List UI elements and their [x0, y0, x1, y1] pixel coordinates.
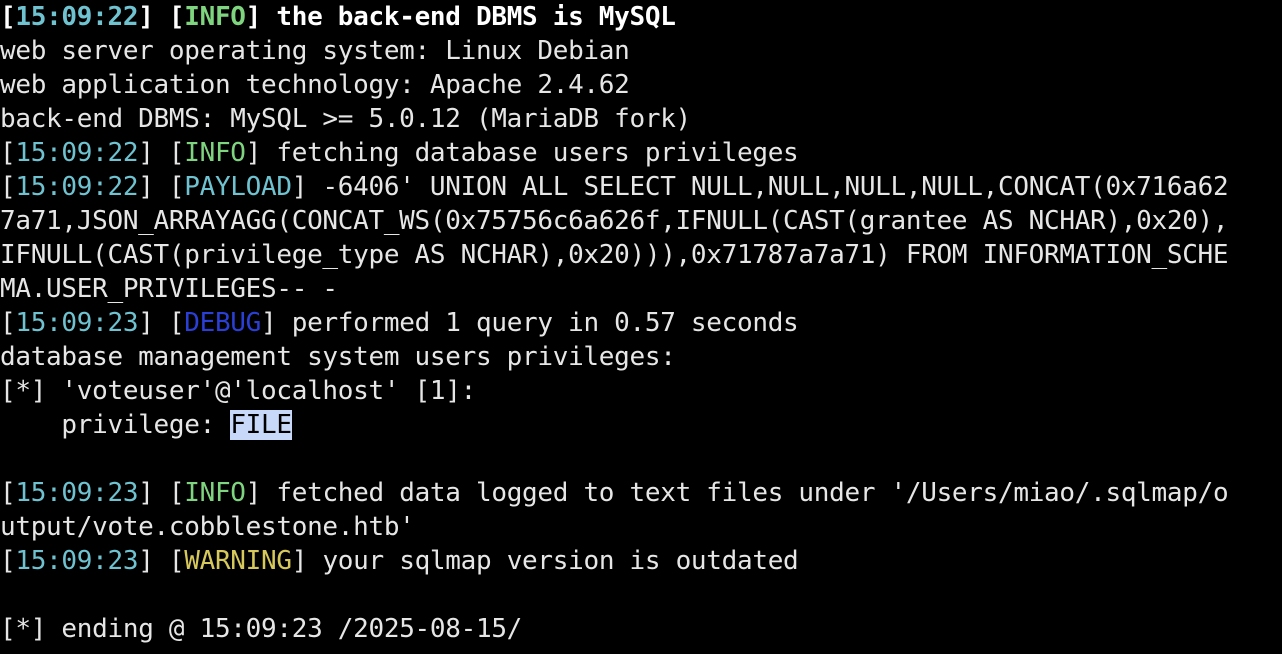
log-line-info-dbms: [15:09:22] [INFO] the back-end DBMS is M… [0, 0, 1282, 34]
bracket-close: ] [291, 172, 323, 202]
bracket-close: ] [291, 546, 323, 576]
ending-message: ending @ 15:09:23 /2025-08-15/ [61, 614, 523, 644]
bracket-close: ] [ [138, 172, 185, 202]
log-message: the back-end DBMS is MySQL [276, 2, 676, 32]
log-line-info-fetching: [15:09:22] [INFO] fetching database user… [0, 136, 1282, 170]
bracket-close: ] [245, 2, 277, 32]
log-message: your sqlmap version is outdated [322, 546, 799, 576]
log-message: -6406' UNION ALL SELECT NULL,NULL,NULL,N… [322, 172, 1229, 202]
bracket-close: ] [ [138, 138, 185, 168]
asterisk-prefix: [*] [0, 614, 47, 644]
log-line-warning: [15:09:23] [WARNING] your sqlmap version… [0, 544, 1282, 578]
output-line-ending: [*] ending @ 15:09:23 /2025-08-15/ [0, 612, 1282, 646]
bracket-open: [ [0, 2, 16, 32]
output-line-os: web server operating system: Linux Debia… [0, 36, 630, 66]
payload-continuation: MA.USER_PRIVILEGES-- - [0, 274, 338, 304]
log-level-warning: WARNING [184, 546, 292, 576]
bracket-close: ] [ [138, 546, 185, 576]
bracket-open: [ [0, 478, 16, 508]
log-level-info: INFO [184, 2, 246, 32]
bracket-close: ] [245, 138, 277, 168]
bracket-open: [ [0, 308, 16, 338]
log-message: performed 1 query in 0.57 seconds [291, 308, 799, 338]
log-level-debug: DEBUG [184, 308, 262, 338]
timestamp: 15:09:22 [15, 2, 139, 32]
payload-continuation: IFNULL(CAST(privilege_type AS NCHAR),0x2… [0, 240, 1229, 270]
output-line-user: [*] 'voteuser'@'localhost' [1]: [0, 374, 1282, 408]
timestamp: 15:09:23 [15, 478, 139, 508]
bracket-close: ] [ [138, 308, 185, 338]
asterisk-prefix: [*] [0, 376, 47, 406]
log-continuation: utput/vote.cobblestone.htb' [0, 512, 415, 542]
log-line-payload: [15:09:22] [PAYLOAD] -6406' UNION ALL SE… [0, 170, 1282, 204]
log-line-info-fetched: [15:09:23] [INFO] fetched data logged to… [0, 476, 1282, 510]
terminal-window[interactable]: [15:09:22] [INFO] the back-end DBMS is M… [0, 0, 1282, 654]
user-entry: 'voteuser'@'localhost' [1]: [61, 376, 476, 406]
bracket-close: ] [ [138, 478, 185, 508]
timestamp: 15:09:22 [15, 172, 139, 202]
output-line-dbms: back-end DBMS: MySQL >= 5.0.12 (MariaDB … [0, 104, 691, 134]
timestamp: 15:09:23 [15, 308, 139, 338]
log-level-info: INFO [184, 478, 246, 508]
privilege-label: privilege: [61, 410, 215, 440]
log-level-info: INFO [184, 138, 246, 168]
log-line-debug: [15:09:23] [DEBUG] performed 1 query in … [0, 306, 1282, 340]
log-message: fetched data logged to text files under … [276, 478, 1229, 508]
bracket-open: [ [0, 138, 16, 168]
output-line-tech: web application technology: Apache 2.4.6… [0, 70, 630, 100]
output-line-privileges-header: database management system users privile… [0, 342, 676, 372]
log-level-payload: PAYLOAD [184, 172, 292, 202]
bracket-close: ] [ [138, 2, 185, 32]
payload-continuation: 7a71,JSON_ARRAYAGG(CONCAT_WS(0x75756c6a6… [0, 206, 1229, 236]
bracket-open: [ [0, 546, 16, 576]
timestamp: 15:09:23 [15, 546, 139, 576]
selected-text-privilege-value[interactable]: FILE [230, 410, 292, 440]
output-line-privilege: privilege: FILE [0, 408, 1282, 442]
timestamp: 15:09:22 [15, 138, 139, 168]
bracket-close: ] [261, 308, 292, 338]
bracket-open: [ [0, 172, 16, 202]
bracket-close: ] [245, 478, 277, 508]
log-message: fetching database users privileges [276, 138, 799, 168]
